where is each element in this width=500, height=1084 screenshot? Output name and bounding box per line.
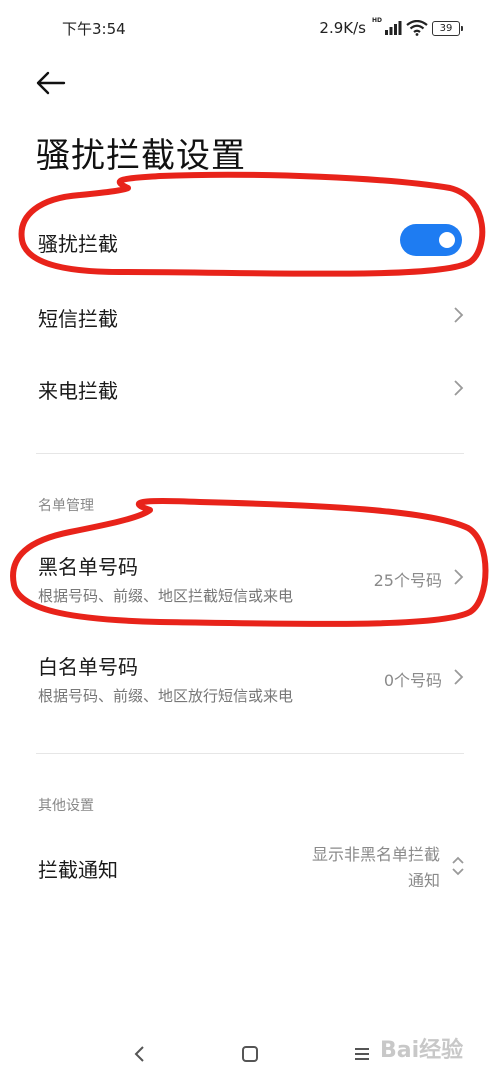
notify-value-line2: 通知 [407,871,440,890]
nav-menu-icon[interactable] [350,1042,374,1066]
blacklist-title: 黑名单号码 [38,555,138,579]
network-speed: 2.9K/s [319,19,366,37]
nav-home-icon[interactable] [238,1042,262,1066]
signal-icon [385,21,402,35]
chevron-right-icon [454,569,464,585]
hd-badge: HD [371,16,382,24]
toggle-knob [439,232,455,248]
section-heading-other: 其他设置 [38,798,94,814]
notify-value-line1: 显示非黑名单拦截 [311,845,440,864]
chevron-right-icon [454,669,464,685]
status-time: 下午3:54 [62,20,126,38]
watermark: Bai经验 [380,1038,464,1063]
back-button[interactable] [34,68,68,98]
block-notify-label: 拦截通知 [38,858,118,882]
status-icons: 2.9K/s HD 39 [319,16,463,40]
nav-back-icon[interactable] [128,1042,152,1066]
battery-icon: 39 [432,20,463,36]
blacklist-count: 25个号码 [373,571,442,590]
whitelist-title: 白名单号码 [38,655,138,679]
call-block-label: 来电拦截 [38,379,118,403]
whitelist-subtitle: 根据号码、前缀、地区放行短信或来电 [38,687,294,705]
divider [36,753,464,754]
chevron-right-icon [454,380,464,396]
divider [36,453,464,454]
back-arrow-icon [36,71,66,95]
whitelist-count: 0个号码 [383,671,442,690]
harass-block-label: 骚扰拦截 [38,232,118,256]
sms-block-label: 短信拦截 [38,307,118,331]
chevron-right-icon [454,307,464,323]
block-notify-value: 显示非黑名单拦截 通知 [240,842,440,894]
blacklist-subtitle: 根据号码、前缀、地区拦截短信或来电 [38,587,294,605]
section-heading-list: 名单管理 [38,498,94,514]
page-title: 骚扰拦截设置 [36,136,246,176]
wifi-icon [406,20,428,36]
chevron-up-down-icon [452,856,464,876]
harass-block-toggle[interactable] [400,224,462,256]
